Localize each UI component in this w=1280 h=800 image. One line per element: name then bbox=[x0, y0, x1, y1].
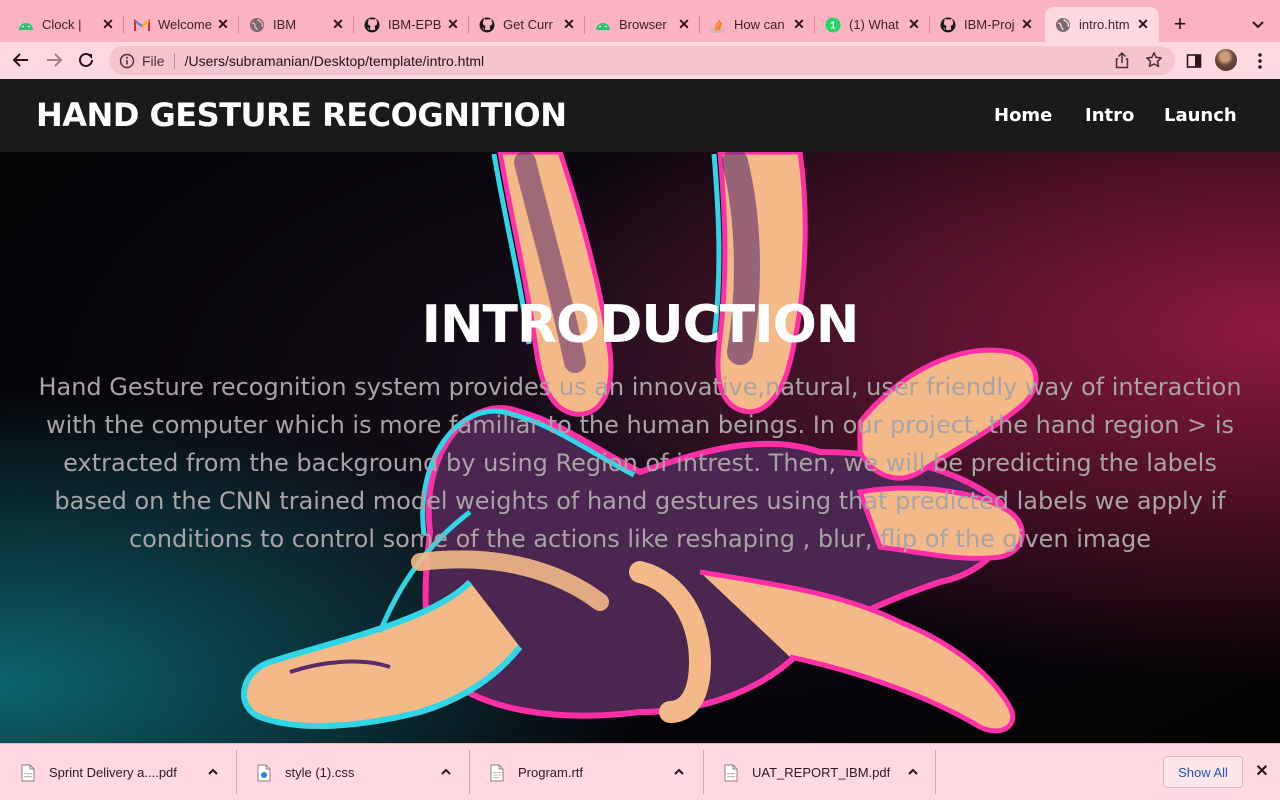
close-tab-icon[interactable]: ✕ bbox=[1019, 16, 1035, 33]
more-options-icon[interactable] bbox=[1250, 51, 1270, 71]
share-icon[interactable] bbox=[1113, 51, 1131, 69]
whatsapp-icon: 1 bbox=[825, 17, 841, 33]
scheme-label: File bbox=[142, 52, 165, 69]
chevron-up-icon[interactable] bbox=[205, 764, 221, 780]
forward-arrow-icon[interactable] bbox=[42, 48, 66, 72]
close-tab-icon[interactable]: ✕ bbox=[791, 16, 807, 33]
browser-tab[interactable]: 1 (1) What ✕ bbox=[815, 7, 930, 42]
browser-tab[interactable]: Get Curr ✕ bbox=[469, 7, 585, 42]
close-tab-icon[interactable]: ✕ bbox=[676, 16, 692, 33]
close-tab-icon[interactable]: ✕ bbox=[906, 16, 922, 33]
download-item[interactable]: UAT_REPORT_IBM.pdf bbox=[703, 744, 936, 800]
nav-link-intro[interactable]: Intro bbox=[1085, 105, 1134, 126]
tab-title: IBM bbox=[273, 17, 297, 32]
close-tab-icon[interactable]: ✕ bbox=[445, 16, 461, 33]
browser-tab[interactable]: How can ✕ bbox=[700, 7, 815, 42]
tab-title: Clock | bbox=[42, 17, 82, 32]
stackoverflow-icon bbox=[710, 17, 726, 33]
browser-toolbar: File /Users/subramanian/Desktop/template… bbox=[0, 42, 1280, 79]
browser-tab[interactable]: IBM-EPB ✕ bbox=[354, 7, 469, 42]
close-icon[interactable]: ✕ bbox=[1254, 763, 1270, 780]
browser-tab[interactable]: IBM-Proj ✕ bbox=[930, 7, 1043, 42]
close-tab-icon[interactable]: ✕ bbox=[100, 16, 116, 33]
nav-link-home[interactable]: Home bbox=[994, 105, 1052, 126]
tab-title: Welcome bbox=[158, 17, 212, 32]
page-viewport: HAND GESTURE RECOGNITION Home Intro Laun… bbox=[0, 79, 1280, 743]
gmail-icon bbox=[134, 17, 150, 33]
download-filename: style (1).css bbox=[285, 765, 355, 780]
android-green-icon bbox=[18, 17, 34, 33]
tab-title: Browser bbox=[619, 17, 667, 32]
globe-icon bbox=[249, 17, 265, 33]
close-tab-icon[interactable]: ✕ bbox=[561, 16, 577, 33]
close-tab-icon[interactable]: ✕ bbox=[1135, 16, 1151, 33]
tab-title: How can bbox=[734, 17, 785, 32]
download-item[interactable]: Sprint Delivery a....pdf bbox=[0, 744, 236, 800]
tab-title: (1) What bbox=[849, 17, 899, 32]
bookmark-star-icon[interactable] bbox=[1145, 51, 1163, 69]
chevron-down-icon[interactable] bbox=[1248, 14, 1268, 34]
download-filename: UAT_REPORT_IBM.pdf bbox=[752, 765, 891, 780]
document-file-icon bbox=[490, 764, 504, 781]
pdf-file-icon bbox=[724, 764, 738, 781]
profile-avatar[interactable] bbox=[1215, 49, 1237, 71]
css-file-icon bbox=[257, 764, 271, 781]
chevron-up-icon[interactable] bbox=[438, 764, 454, 780]
chevron-up-icon[interactable] bbox=[671, 764, 687, 780]
download-filename: Sprint Delivery a....pdf bbox=[49, 765, 177, 780]
chevron-up-icon[interactable] bbox=[905, 764, 921, 780]
browser-tab[interactable]: Welcome ✕ bbox=[124, 7, 239, 42]
side-panel-icon[interactable] bbox=[1184, 51, 1204, 71]
download-shelf: Sprint Delivery a....pdf style (1).css P… bbox=[0, 743, 1280, 800]
tab-title: IBM-EPB bbox=[388, 17, 442, 32]
nav-link-launch[interactable]: Launch bbox=[1164, 105, 1237, 126]
browser-tab-active[interactable]: intro.htm ✕ bbox=[1045, 7, 1159, 42]
tab-title: intro.htm bbox=[1079, 17, 1130, 32]
back-arrow-icon[interactable] bbox=[9, 48, 33, 72]
browser-tab[interactable]: IBM ✕ bbox=[239, 7, 354, 42]
hero-description: Hand Gesture recognition system provides… bbox=[38, 373, 1242, 553]
site-navbar: HAND GESTURE RECOGNITION Home Intro Laun… bbox=[0, 79, 1280, 152]
reload-icon[interactable] bbox=[74, 48, 98, 72]
svg-text:1: 1 bbox=[830, 20, 836, 31]
browser-tab[interactable]: Browser ✕ bbox=[585, 7, 700, 42]
info-icon[interactable] bbox=[119, 53, 135, 69]
download-item[interactable]: Program.rtf bbox=[469, 744, 703, 800]
new-tab-icon[interactable]: + bbox=[1169, 13, 1191, 36]
close-tab-icon[interactable]: ✕ bbox=[215, 16, 231, 33]
android-green-icon bbox=[595, 17, 611, 33]
tab-title: IBM-Proj bbox=[964, 17, 1015, 32]
download-filename: Program.rtf bbox=[518, 765, 584, 780]
pdf-file-icon bbox=[21, 764, 35, 781]
site-brand: HAND GESTURE RECOGNITION bbox=[36, 96, 567, 134]
github-icon bbox=[940, 17, 956, 33]
show-all-button[interactable]: Show All bbox=[1163, 756, 1243, 788]
browser-tab[interactable]: Clock | ✕ bbox=[8, 7, 124, 42]
close-tab-icon[interactable]: ✕ bbox=[330, 16, 346, 33]
globe-icon bbox=[1055, 17, 1071, 33]
tab-title: Get Curr bbox=[503, 17, 553, 32]
address-divider bbox=[173, 52, 175, 69]
github-icon bbox=[364, 17, 380, 33]
download-divider bbox=[935, 750, 936, 794]
tab-strip: Clock | ✕ Welcome ✕ IBM ✕ IBM-EPB ✕ Get … bbox=[0, 0, 1280, 42]
download-item[interactable]: style (1).css bbox=[236, 744, 469, 800]
github-icon bbox=[479, 17, 495, 33]
hero-title: INTRODUCTION bbox=[421, 295, 860, 355]
url-text[interactable]: /Users/subramanian/Desktop/template/intr… bbox=[185, 53, 485, 69]
address-bar[interactable]: File /Users/subramanian/Desktop/template… bbox=[109, 46, 1175, 75]
hero-section: INTRODUCTION Hand Gesture recognition sy… bbox=[0, 152, 1280, 743]
